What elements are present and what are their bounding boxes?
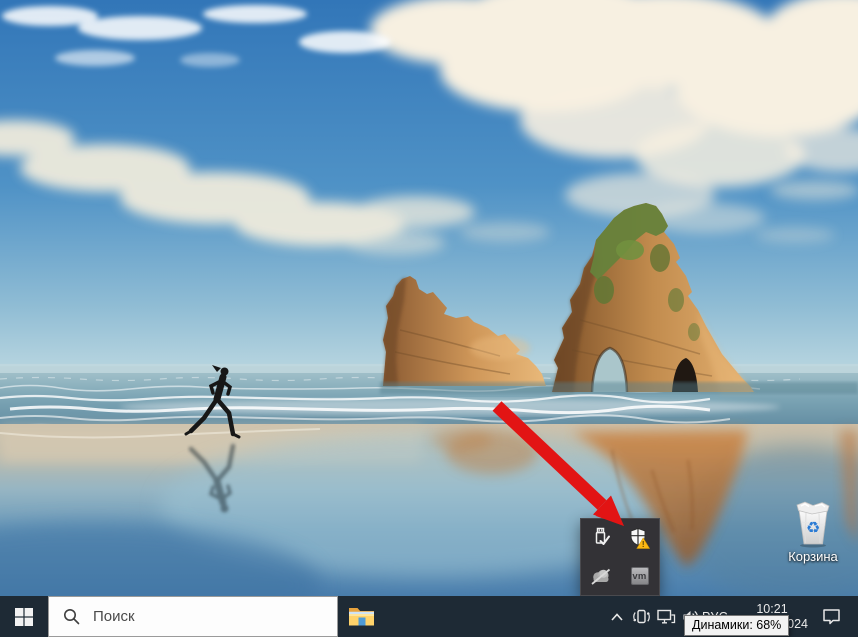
vm-badge-label: vm xyxy=(631,567,649,585)
safely-remove-hardware-icon[interactable] xyxy=(584,521,618,555)
windows-desktop: ♻ Корзина ! xyxy=(0,0,858,637)
start-button[interactable] xyxy=(0,596,48,637)
windows-logo-icon xyxy=(15,608,33,626)
action-center-icon xyxy=(822,608,841,625)
chevron-up-icon xyxy=(610,612,624,622)
volume-tooltip: Динамики: 68% xyxy=(684,615,789,636)
svg-text:!: ! xyxy=(642,540,645,549)
display-sync-icon xyxy=(632,608,651,626)
display-sync-tray-button[interactable] xyxy=(630,596,652,637)
search-input[interactable] xyxy=(91,607,337,626)
recycle-bin-label: Корзина xyxy=(778,549,848,564)
onedrive-offline-icon[interactable] xyxy=(584,559,618,593)
network-tray-button[interactable] xyxy=(655,596,677,637)
defender-shield-warning-icon[interactable]: ! xyxy=(623,521,657,555)
file-explorer-button[interactable] xyxy=(338,596,384,637)
vmware-tools-icon[interactable]: vm xyxy=(623,559,657,593)
search-icon xyxy=(63,608,80,625)
recycle-bin-icon: ♻ xyxy=(791,500,835,548)
wallpaper xyxy=(0,0,858,596)
action-center-button[interactable] xyxy=(814,596,848,637)
svg-text:♻: ♻ xyxy=(806,518,820,537)
recycle-bin[interactable]: ♻ Корзина xyxy=(778,500,848,564)
tray-chevron-button[interactable] xyxy=(606,596,628,637)
taskbar-search xyxy=(48,596,338,637)
network-icon xyxy=(657,608,676,625)
tray-overflow-popup: ! vm xyxy=(580,518,660,596)
file-explorer-icon xyxy=(348,605,375,628)
